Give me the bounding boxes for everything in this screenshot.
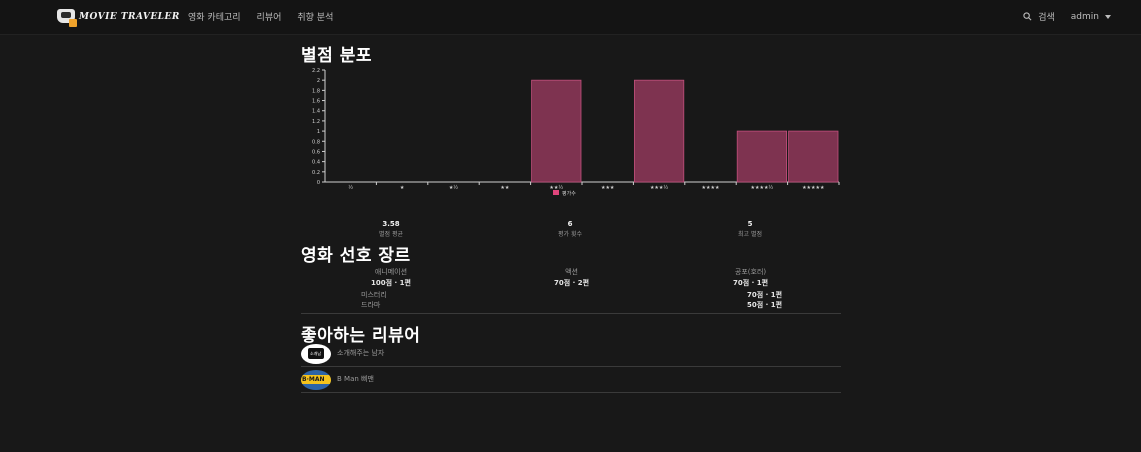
genre-item: 드라마	[361, 300, 380, 310]
genre-name: 애니메이션	[374, 268, 408, 276]
top-navbar: MOVIE TRAVELER 영화 카테고리 리뷰어 취향 분석 검색 admi…	[0, 0, 1141, 35]
genre-item: 애니메이션 100점 · 1편	[371, 267, 411, 288]
avatar-text: B·MAN	[302, 376, 325, 383]
divider	[301, 313, 841, 314]
bar	[788, 130, 839, 183]
genre-item: 액션 70점 · 2편	[554, 267, 589, 288]
avatar-text: 소개남	[310, 351, 322, 356]
divider	[301, 392, 841, 393]
x-tick-label: ★★★★★	[802, 185, 825, 191]
movie-logo-icon	[55, 7, 77, 27]
search-button[interactable]: 검색	[1023, 10, 1055, 23]
stat-count: 6 평가 횟수	[530, 220, 610, 238]
chevron-down-icon	[1105, 14, 1111, 19]
nav-link-taste[interactable]: 취향 분석	[297, 10, 333, 23]
x-tick-label: ★★★★	[702, 185, 720, 191]
genre-name: 미스터리	[361, 291, 387, 299]
nav-right: 검색 admin	[1023, 10, 1111, 23]
y-tick-label: 0	[317, 180, 320, 186]
user-name: admin	[1070, 11, 1099, 22]
nav-links: 영화 카테고리 리뷰어 취향 분석	[188, 10, 333, 23]
stat-count-label: 평가 횟수	[558, 231, 582, 238]
x-tick-label: ★★★★½	[751, 184, 774, 191]
y-tick-label: 1.6	[312, 99, 320, 105]
y-tick-label: 1.4	[312, 109, 320, 115]
stat-average-label: 별점 평균	[379, 231, 403, 238]
brand-logo[interactable]: MOVIE TRAVELER	[55, 7, 180, 27]
nav-link-category[interactable]: 영화 카테고리	[188, 10, 241, 23]
rating-chart: 0 0.2 0.4 0.6 0.8 1 1.2 1.4 1.6 1.8 2 2.2 ½ ★ ★½ ★★ ★★½ ★…	[301, 66, 841, 216]
brand-name: MOVIE TRAVELER	[79, 12, 180, 22]
rating-bar-chart: 00.20.40.60.811.21.41.61.822.2½ ★ ★½ ★★ ★★½ ★…	[312, 68, 840, 197]
x-tick-label: ★★½	[549, 184, 563, 191]
bar	[531, 79, 582, 183]
genre-score: 70점 · 1편	[733, 279, 769, 287]
x-tick-label: ★½	[449, 184, 458, 191]
stat-count-value: 6	[567, 220, 573, 228]
stat-max: 5 최고 별점	[710, 220, 790, 238]
legend-swatch	[553, 190, 559, 195]
stat-max-label: 최고 별점	[738, 231, 762, 238]
genre-score: 70점 · 2편	[554, 279, 590, 287]
stat-average-value: 3.58	[382, 220, 400, 228]
stat-max-value: 5	[747, 220, 753, 228]
user-menu[interactable]: admin	[1071, 12, 1111, 22]
stat-average: 3.58 별점 평균	[351, 220, 431, 238]
genre-name: 공포(호러)	[734, 268, 767, 276]
reviewer-item[interactable]: B·MAN B Man 삐맨	[301, 370, 841, 392]
y-tick-label: 0.2	[312, 170, 320, 176]
genre-score: 50점 · 1편	[747, 300, 782, 310]
genre-item: 공포(호러) 70점 · 1편	[733, 267, 768, 288]
genre-title: 영화 선호 장르	[301, 246, 411, 266]
search-label: 검색	[1038, 13, 1055, 23]
genre-item: 미스터리	[361, 290, 387, 300]
rating-title: 별점 분포	[301, 46, 372, 66]
bar	[736, 130, 788, 183]
divider	[301, 366, 841, 367]
genre-score: 100점 · 1편	[371, 279, 411, 287]
bar	[633, 79, 685, 183]
rating-stats: 3.58 별점 평균 6 평가 횟수 5 최고 별점	[301, 220, 841, 240]
genre-list: 애니메이션 100점 · 1편 액션 70점 · 2편 공포(호러) 70점 ·…	[301, 266, 841, 312]
genre-name: 드라마	[361, 301, 381, 309]
x-tick-label: ★★	[500, 185, 509, 191]
y-tick-label: 0.8	[312, 139, 320, 145]
avatar: B·MAN	[301, 370, 331, 390]
avatar: 소개남	[301, 344, 331, 364]
y-tick-label: 2	[317, 78, 320, 84]
reviewer-item[interactable]: 소개남 소개해주는 남자	[301, 344, 841, 366]
reviewer-title: 좋아하는 리뷰어	[301, 326, 421, 346]
x-tick-label: ★★★	[601, 185, 615, 191]
genre-score: 70점 · 1편	[747, 290, 782, 300]
x-tick-label: ★	[400, 185, 405, 191]
reviewer-name: 소개해주는 남자	[337, 349, 385, 357]
nav-link-reviewer[interactable]: 리뷰어	[257, 10, 282, 23]
y-tick-label: 0.4	[312, 160, 320, 166]
search-icon	[1023, 12, 1032, 21]
reviewer-name: B Man 삐맨	[337, 375, 374, 383]
y-tick-label: 1.2	[312, 119, 320, 125]
y-tick-label: 1	[317, 129, 320, 135]
genre-name: 액션	[565, 268, 578, 276]
legend-label: 평가수	[562, 190, 576, 197]
x-tick-label: ★★★½	[650, 184, 668, 191]
y-tick-label: 1.8	[312, 88, 320, 94]
y-tick-label: 0.6	[312, 149, 320, 155]
genre-score-value: 70점 · 1편	[747, 291, 783, 299]
genre-score-value: 50점 · 1편	[747, 301, 783, 309]
x-tick-label: ½	[348, 184, 353, 191]
y-tick-label: 2.2	[312, 68, 320, 74]
